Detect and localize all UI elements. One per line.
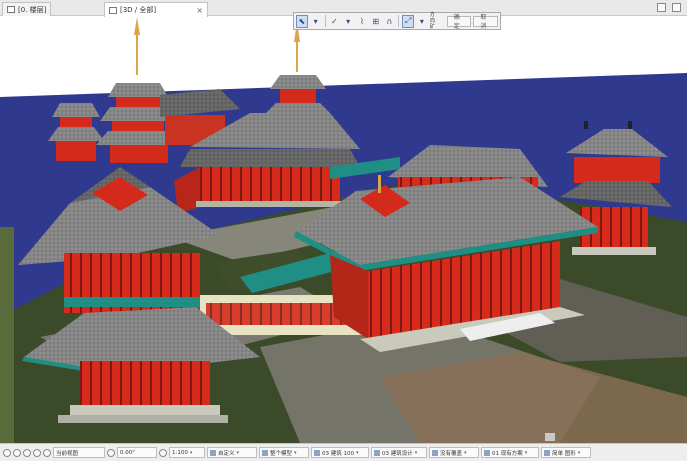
orientation-icon[interactable]	[159, 448, 167, 457]
layers-icon	[314, 449, 320, 456]
redo-view-icon[interactable]	[13, 448, 21, 457]
chevron-down-icon: ▾	[524, 449, 528, 456]
dropdown-chevron-icon[interactable]: ▾	[342, 15, 354, 28]
override-field[interactable]: 没有覆盖 ▾	[429, 447, 479, 458]
floor-plan-icon	[7, 6, 15, 13]
design-value: 03 建筑设计	[382, 450, 413, 457]
snap-icon[interactable]: ⌇	[356, 15, 368, 28]
tab-3d-view[interactable]: [3D / 全部] ×	[104, 2, 208, 17]
chevron-down-icon: ▾	[236, 449, 240, 456]
override-icon	[432, 449, 438, 456]
close-icon[interactable]: ×	[196, 6, 203, 15]
grid-icon[interactable]: ⊞	[370, 15, 382, 28]
renovation-field[interactable]: 01 现有方案 ▾	[481, 447, 539, 458]
tab-floor-plan[interactable]: [0. 楼层]	[2, 2, 52, 16]
chevron-down-icon: ▾	[414, 449, 418, 456]
3d-viewport[interactable]	[0, 17, 687, 443]
layer-icon	[210, 449, 216, 456]
chevron-down-icon: ▾	[577, 449, 581, 456]
chevron-down-icon: ▾	[464, 449, 467, 456]
scale-field[interactable]: 1:100 ▾	[169, 447, 205, 458]
restore-icon[interactable]	[672, 3, 681, 12]
model-value: 整个模型	[270, 450, 293, 457]
confirm-button[interactable]: 确定	[446, 14, 472, 30]
angle-field[interactable]: 0.00°	[117, 447, 157, 458]
zoom-out-icon[interactable]	[33, 448, 41, 457]
separator	[398, 15, 400, 27]
zoom-mode-field[interactable]: 当前视图	[53, 447, 105, 458]
design-field[interactable]: 03 建筑设计 ▾	[371, 447, 427, 458]
mineral-label: 矿	[429, 24, 435, 30]
custom-field[interactable]: 自定义 ▾	[207, 447, 257, 458]
override-value: 没有覆盖	[440, 450, 463, 457]
floating-toolbar: ⬉ ▾ ✓ ▾ ⌇ ⊞ ∩ ⤢ ▾ 方向 矿 确定 取消	[293, 12, 501, 30]
3d-view-icon	[109, 6, 117, 14]
rotate-icon[interactable]	[107, 448, 115, 457]
status-bar: 当前视图 0.00° 1:100 ▾ 自定义 ▾ 整个模型 ▾ 03 建筑 10…	[0, 443, 687, 461]
chevron-down-icon: ▾	[189, 449, 193, 456]
tab-label: [3D / 全部]	[120, 6, 157, 14]
view-options-icon	[544, 449, 550, 456]
tab-label: [0. 楼层]	[18, 5, 47, 14]
model-icon	[262, 449, 268, 456]
scale-value: 1:100	[172, 449, 188, 456]
custom-value: 自定义	[218, 450, 235, 457]
dropdown-chevron-icon[interactable]: ▾	[416, 15, 428, 28]
select-arrow-icon[interactable]: ⬉	[296, 14, 308, 28]
layer-combo-field[interactable]: 03 建筑 100 ▾	[311, 447, 369, 458]
window-controls	[657, 3, 681, 12]
renovation-value: 01 现有方案	[492, 450, 523, 457]
chevron-down-icon: ▾	[294, 449, 297, 456]
cancel-button[interactable]: 取消	[473, 14, 499, 30]
check-icon[interactable]: ✓	[328, 15, 340, 28]
undo-view-icon[interactable]	[3, 448, 11, 457]
fit-window-icon[interactable]	[43, 448, 51, 457]
magnet-icon[interactable]: ∩	[384, 15, 396, 28]
layer-combo-value: 03 建筑 100	[322, 450, 354, 457]
dropdown-chevron-icon[interactable]: ▾	[310, 15, 322, 28]
new-window-icon[interactable]	[657, 3, 666, 12]
direction-labels: 方向 矿	[430, 12, 439, 30]
direction-label: 方向	[429, 12, 435, 24]
orbit-icon[interactable]: ⤢	[402, 14, 415, 28]
pen-set-icon	[374, 449, 380, 456]
tower-far-left	[48, 103, 104, 161]
separator	[324, 15, 326, 27]
renovation-icon	[484, 449, 490, 456]
zoom-mode-value: 当前视图	[56, 450, 79, 457]
temple-model-render	[0, 17, 687, 443]
angle-value: 0.00°	[120, 449, 135, 456]
zoom-in-icon[interactable]	[23, 448, 31, 457]
chevron-down-icon: ▾	[356, 449, 359, 456]
model-field[interactable]: 整个模型 ▾	[259, 447, 309, 458]
mvo-field[interactable]: 简单 图形 ▾	[541, 447, 591, 458]
mvo-value: 简单 图形	[552, 450, 576, 457]
